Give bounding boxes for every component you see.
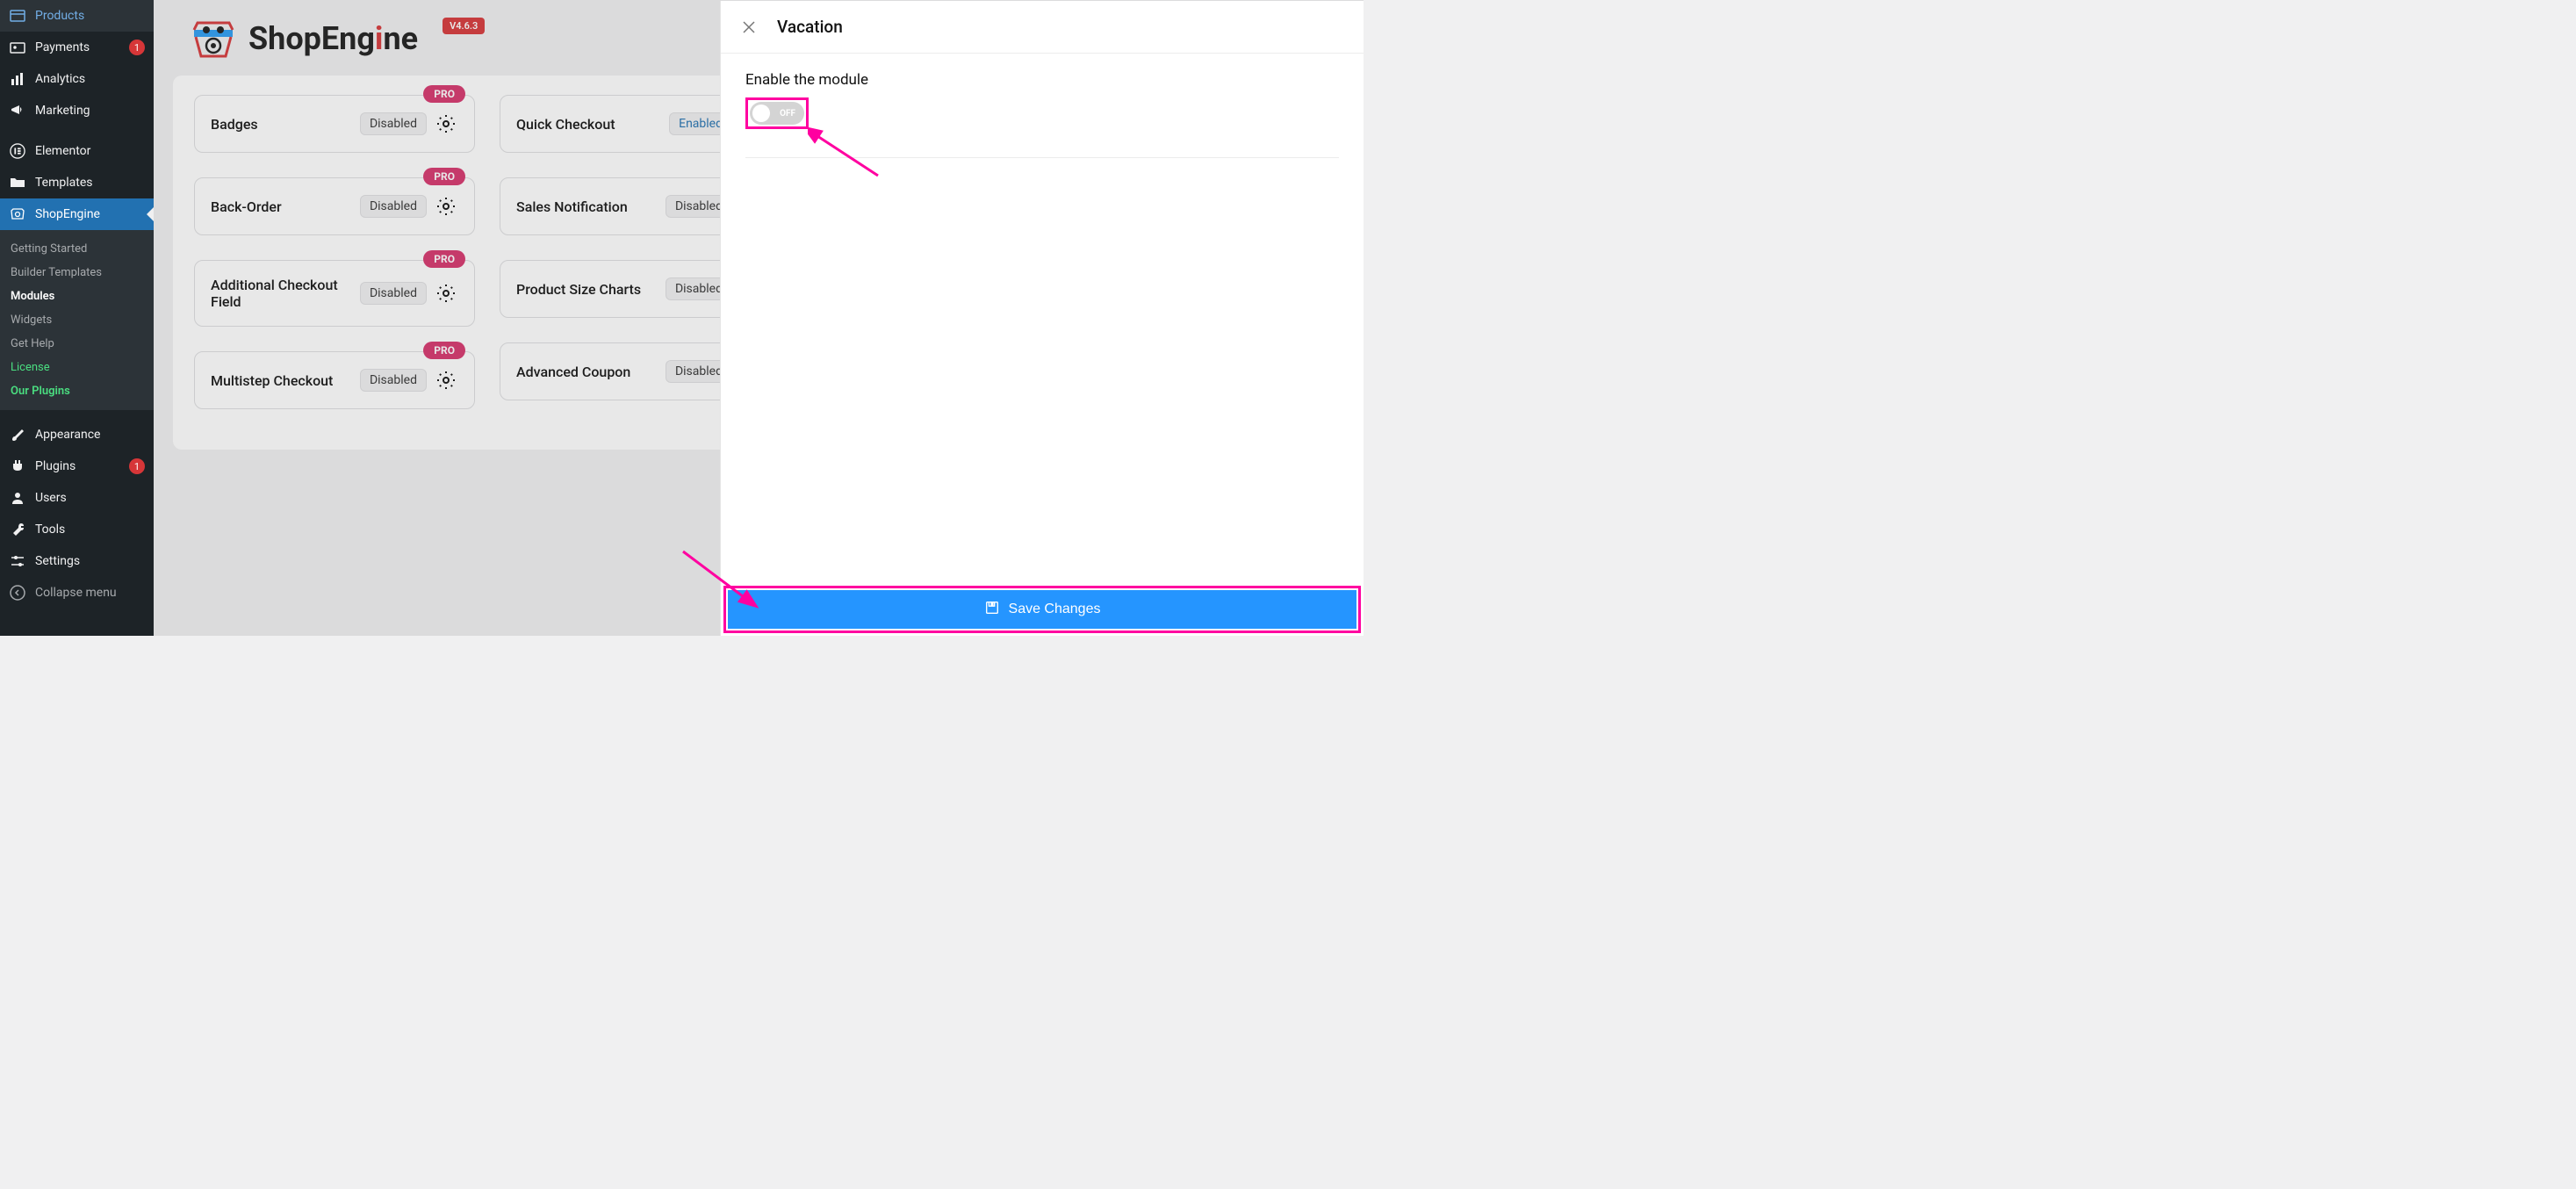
count-badge: 1 <box>129 40 145 55</box>
save-icon <box>984 600 1000 620</box>
module-status: Disabled <box>360 195 427 218</box>
wrench-icon <box>9 521 26 538</box>
gear-icon[interactable] <box>434 194 458 219</box>
sidebar-item-label: Tools <box>35 522 145 537</box>
module-name: Multistep Checkout <box>211 372 333 389</box>
submenu-item-our-plugins[interactable]: Our Plugins <box>0 379 154 403</box>
sidebar-item-settings[interactable]: Settings <box>0 545 154 577</box>
sidebar-item-marketing[interactable]: Marketing <box>0 95 154 126</box>
sidebar-item-label: ShopEngine <box>35 207 145 221</box>
module-name: Back-Order <box>211 198 282 215</box>
products-icon <box>9 7 26 25</box>
megaphone-icon <box>9 102 26 119</box>
save-button-label: Save Changes <box>1009 602 1101 617</box>
gear-icon[interactable] <box>434 281 458 306</box>
annotation-highlight: Save Changes <box>723 586 1361 633</box>
submenu-item-modules[interactable]: Modules <box>0 285 154 308</box>
module-card-multistep-checkout[interactable]: PRO Multistep Checkout Disabled <box>194 351 475 409</box>
sidebar-item-label: Marketing <box>35 104 145 118</box>
payments-icon <box>9 39 26 56</box>
sidebar-item-label: Templates <box>35 176 145 190</box>
module-card-additional-checkout-field[interactable]: PRO Additional Checkout Field Disabled <box>194 260 475 327</box>
sidebar-item-label: Products <box>35 9 145 23</box>
sidebar-item-analytics[interactable]: Analytics <box>0 63 154 95</box>
module-status: Disabled <box>360 282 427 305</box>
sidebar-submenu: Getting Started Builder Templates Module… <box>0 230 154 410</box>
pro-badge: PRO <box>423 342 465 359</box>
submenu-item-widgets[interactable]: Widgets <box>0 308 154 332</box>
submenu-item-license[interactable]: License <box>0 356 154 379</box>
sidebar-item-collapse[interactable]: Collapse menu <box>0 577 154 609</box>
sidebar-item-elementor[interactable]: Elementor <box>0 135 154 167</box>
module-card-badges[interactable]: PRO Badges Disabled <box>194 95 475 153</box>
module-name: Badges <box>211 116 258 133</box>
module-status: Disabled <box>360 369 427 392</box>
collapse-icon <box>9 584 26 602</box>
module-name: Advanced Coupon <box>516 364 630 380</box>
toggle-knob <box>752 104 770 122</box>
shopengine-logo-icon <box>189 18 238 60</box>
sidebar-item-plugins[interactable]: Plugins 1 <box>0 450 154 482</box>
submenu-item-get-help[interactable]: Get Help <box>0 332 154 356</box>
count-badge: 1 <box>129 458 145 474</box>
sidebar-item-label: Settings <box>35 554 145 568</box>
enable-module-label: Enable the module <box>745 71 1339 89</box>
elementor-icon <box>9 142 26 160</box>
sidebar-item-templates[interactable]: Templates <box>0 167 154 198</box>
analytics-icon <box>9 70 26 88</box>
sidebar-item-appearance[interactable]: Appearance <box>0 419 154 450</box>
shopengine-icon <box>9 205 26 223</box>
user-icon <box>9 489 26 507</box>
gear-icon[interactable] <box>434 112 458 136</box>
sidebar-item-label: Users <box>35 491 145 505</box>
pro-badge: PRO <box>423 168 465 185</box>
toggle-state-text: OFF <box>780 109 795 119</box>
submenu-item-builder-templates[interactable]: Builder Templates <box>0 261 154 285</box>
save-button[interactable]: Save Changes <box>728 590 1356 629</box>
folder-icon <box>9 174 26 191</box>
module-status: Disabled <box>360 112 427 135</box>
module-name: Quick Checkout <box>516 116 615 133</box>
module-name: Product Size Charts <box>516 281 641 298</box>
sidebar-item-label: Plugins <box>35 459 124 473</box>
enable-toggle[interactable]: OFF <box>750 102 804 125</box>
module-settings-panel: Vacation Enable the module OFF Save Chan… <box>720 1 1364 636</box>
brand-name: ShopEngine <box>248 20 418 57</box>
panel-title: Vacation <box>777 17 843 37</box>
admin-sidebar: Products Payments 1 Analytics Marketing … <box>0 0 154 636</box>
module-name: Sales Notification <box>516 198 628 215</box>
sidebar-item-users[interactable]: Users <box>0 482 154 514</box>
version-badge: V4.6.3 <box>443 18 485 34</box>
sidebar-item-label: Analytics <box>35 72 145 86</box>
gear-icon[interactable] <box>434 368 458 393</box>
pro-badge: PRO <box>423 85 465 103</box>
pro-badge: PRO <box>423 250 465 268</box>
sidebar-item-label: Elementor <box>35 144 145 158</box>
brush-icon <box>9 426 26 443</box>
annotation-highlight: OFF <box>745 97 809 129</box>
brand-logo: ShopEngine V4.6.3 <box>189 18 485 60</box>
panel-header: Vacation <box>721 1 1364 54</box>
sidebar-item-products[interactable]: Products <box>0 0 154 32</box>
plug-icon <box>9 458 26 475</box>
module-name: Additional Checkout Field <box>211 277 351 310</box>
submenu-item-getting-started[interactable]: Getting Started <box>0 237 154 261</box>
sliders-icon <box>9 552 26 570</box>
panel-footer: Save Changes <box>721 586 1364 636</box>
sidebar-item-shopengine[interactable]: ShopEngine <box>0 198 154 230</box>
sidebar-item-tools[interactable]: Tools <box>0 514 154 545</box>
sidebar-item-label: Collapse menu <box>35 586 145 600</box>
sidebar-item-label: Payments <box>35 40 124 54</box>
module-card-back-order[interactable]: PRO Back-Order Disabled <box>194 177 475 235</box>
sidebar-item-payments[interactable]: Payments 1 <box>0 32 154 63</box>
sidebar-item-label: Appearance <box>35 428 145 442</box>
panel-body: Enable the module OFF <box>721 54 1364 586</box>
close-icon[interactable] <box>740 18 758 36</box>
